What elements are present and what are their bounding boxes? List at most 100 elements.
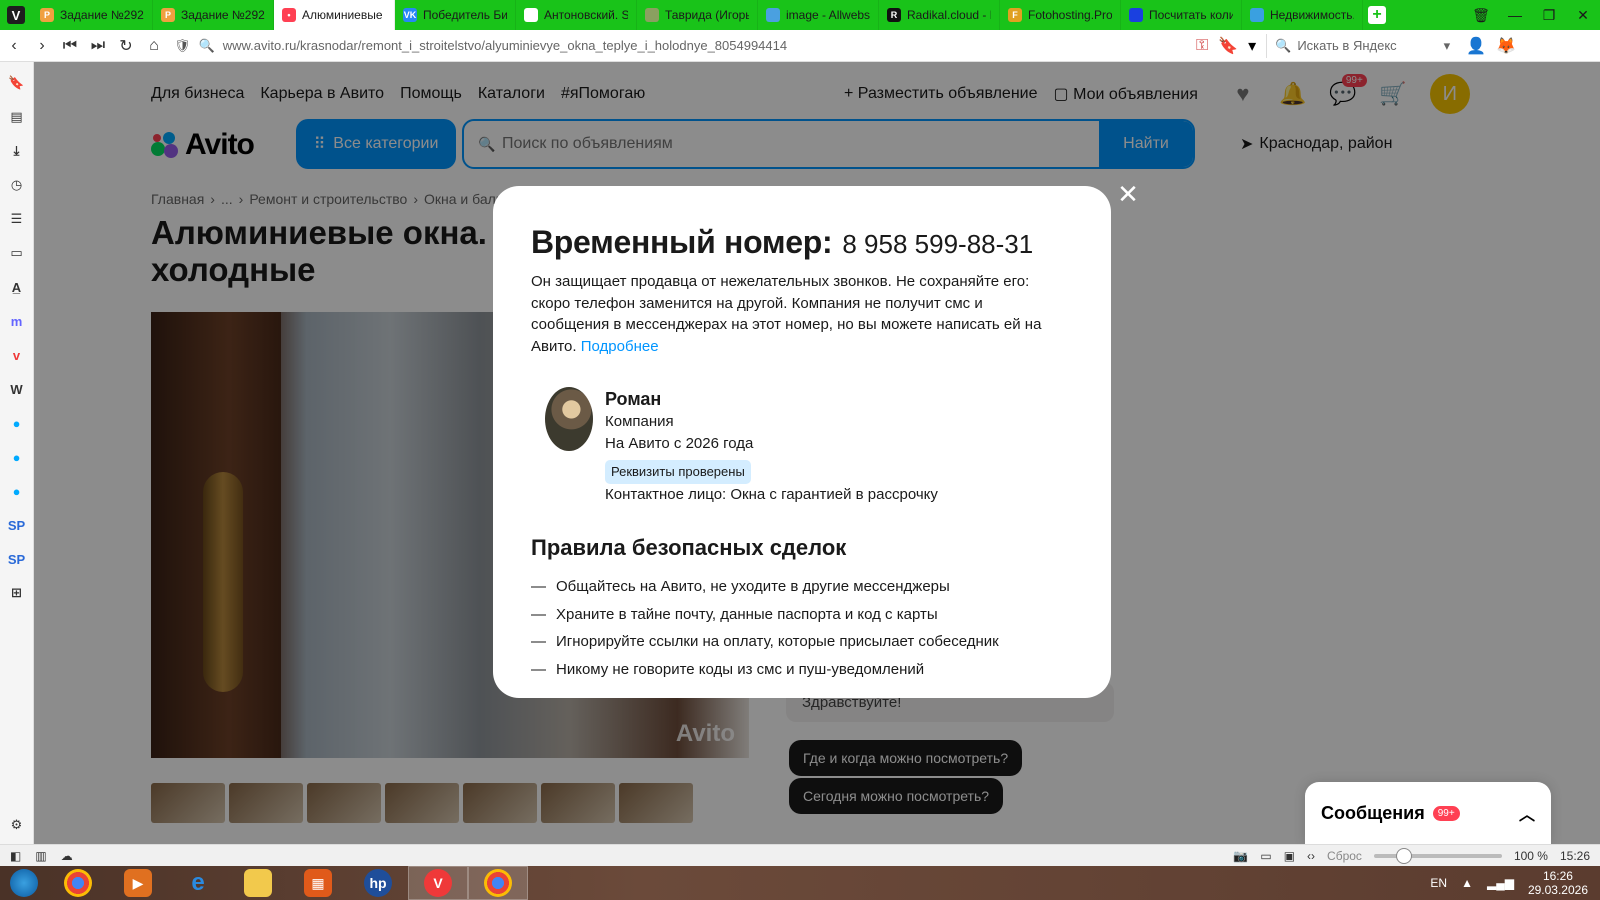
browser-tab[interactable]: Посчитать коли — [1121, 0, 1242, 30]
taskbar-media-player[interactable]: ▶ — [108, 866, 168, 900]
address-bar: ‹ › ⏮ ⏭ ↻ ⌂ 🛡 🔍 www.avito.ru/krasnodar/r… — [0, 30, 1600, 62]
rule-text: Общайтесь на Авито, не уходите в другие … — [556, 578, 950, 595]
modal-title: Временный номер: — [531, 224, 833, 260]
browser-tab[interactable]: image - Allwebs — [758, 0, 879, 30]
chrome-icon — [484, 869, 512, 897]
start-button[interactable] — [0, 866, 48, 900]
trash-icon[interactable]: 🗑 — [1464, 0, 1498, 30]
seller-type: Компания — [605, 413, 674, 430]
add-panel-icon[interactable]: ⊞ — [7, 582, 27, 604]
status-bar-left: ◧ ▥ ☁ — [0, 849, 73, 863]
zoom-slider[interactable] — [1373, 847, 1502, 864]
wikipedia-icon[interactable]: W — [7, 378, 27, 400]
history-icon[interactable]: ◷ — [7, 174, 27, 196]
taskbar-vivaldi[interactable]: V — [408, 866, 468, 900]
learn-more-link[interactable]: Подробнее — [581, 338, 659, 355]
fast-forward-button[interactable]: ⏭ — [84, 32, 112, 60]
seller-contact: Контактное лицо: Окна с гарантией в расс… — [605, 485, 938, 503]
temporary-number-modal: Временный номер: 8 958 599-88-31 Он защи… — [493, 186, 1111, 698]
taskbar-office[interactable]: ▦ — [288, 866, 348, 900]
vivaldi-menu-button[interactable]: V — [0, 0, 32, 30]
mastodon-icon[interactable]: m — [7, 310, 27, 332]
dash-bullet: — — [531, 633, 546, 650]
seller-avatar[interactable] — [545, 387, 593, 451]
image-icon[interactable]: ▣ — [1284, 849, 1295, 863]
browser-tab[interactable]: Таврида (Игорь — [637, 0, 758, 30]
taskbar-explorer[interactable] — [228, 866, 288, 900]
list-item: — Игнорируйте ссылки на оплату, которые п… — [531, 628, 1073, 656]
modal-close-button[interactable]: ✕ — [1116, 181, 1140, 207]
address-bar-right: ⚿ 🔖 ▾ 🔍 Искать в Яндекс ▾ 👤 🦊 — [1196, 33, 1516, 58]
tab-favicon-icon: F — [1008, 8, 1022, 22]
avito-panel-icon-2[interactable]: ● — [7, 446, 27, 468]
taskbar-clock[interactable]: 16:26 29.03.2026 — [1528, 869, 1588, 897]
browser-tab[interactable]: F Fotohosting.Pro — [1000, 0, 1121, 30]
tab-favicon-icon — [1250, 8, 1264, 22]
forward-button[interactable]: › — [28, 32, 56, 60]
new-tab-button[interactable]: + — [1363, 0, 1391, 30]
zoom-reset-button[interactable]: Сброс — [1327, 849, 1362, 863]
browser-tab[interactable]: • Алюминиевые о — [274, 0, 395, 30]
browser-tab[interactable]: Недвижимость. — [1242, 0, 1363, 30]
url-field[interactable]: 🛡 🔍 www.avito.ru/krasnodar/remont_i_stro… — [168, 33, 1188, 59]
profile-icon[interactable]: 👤 — [1466, 36, 1486, 56]
taskbar-internet-explorer[interactable]: e — [168, 866, 228, 900]
tab-favicon-icon — [524, 8, 538, 22]
chevron-down-icon[interactable]: ▾ — [1444, 38, 1451, 54]
close-window-button[interactable]: ✕ — [1566, 0, 1600, 30]
maximize-button[interactable]: ❐ — [1532, 0, 1566, 30]
rule-text: Игнорируйте ссылки на оплату, которые пр… — [556, 633, 999, 650]
extension-icon[interactable]: ⚿ — [1196, 37, 1208, 55]
taskbar-chrome-2[interactable] — [468, 866, 528, 900]
notes-icon[interactable]: ☰ — [7, 208, 27, 230]
avito-panel-icon-1[interactable]: ● — [7, 412, 27, 434]
window-icon[interactable]: ▭ — [1260, 849, 1271, 863]
bookmarks-icon[interactable]: 🔖 — [7, 72, 27, 94]
language-indicator[interactable]: EN — [1430, 876, 1447, 890]
seller-name[interactable]: Роман — [605, 387, 938, 411]
window-panel-icon[interactable]: ▭ — [7, 242, 27, 264]
rewind-button[interactable]: ⏮ — [56, 32, 84, 60]
browser-tab[interactable]: P Задание №2929 — [153, 0, 274, 30]
windows-taskbar: ▶ e ▦ hp V EN ▲ ▂▄▆ 16:26 29.03.2026 — [0, 866, 1600, 900]
office-icon: ▦ — [304, 869, 332, 897]
browser-tab[interactable]: R Radikal.cloud - E — [879, 0, 1000, 30]
zoom-slider-handle[interactable] — [1395, 847, 1412, 864]
chevron-up-icon[interactable]: ︿ — [1519, 801, 1535, 825]
browser-tab[interactable]: Антоновский. St — [516, 0, 637, 30]
downloads-icon[interactable]: ⤓ — [7, 140, 27, 162]
panel-toggle-icon[interactable]: ◧ — [10, 849, 21, 863]
fox-extension-icon[interactable]: 🦊 — [1496, 36, 1516, 56]
vivaldi-icon[interactable]: v — [7, 344, 27, 366]
bookmark-icon[interactable]: 🔖 — [1218, 36, 1238, 56]
reading-list-icon[interactable]: ▤ — [7, 106, 27, 128]
back-button[interactable]: ‹ — [0, 32, 28, 60]
browser-tab[interactable]: VK Победитель Бит — [395, 0, 516, 30]
tray-expand-icon[interactable]: ▲ — [1461, 876, 1473, 890]
camera-icon[interactable]: 📷 — [1233, 849, 1248, 863]
tab-title: Задание №2929 — [181, 8, 265, 22]
tab-favicon-icon — [1129, 8, 1143, 22]
code-icon[interactable]: ‹› — [1307, 849, 1315, 863]
tab-title: Таврида (Игорь — [665, 8, 749, 22]
system-tray: EN ▲ ▂▄▆ 16:26 29.03.2026 — [1430, 869, 1600, 897]
seller-info: Роман Компания На Авито с 2026 года Рекв… — [605, 387, 938, 505]
home-button[interactable]: ⌂ — [140, 32, 168, 60]
settings-gear-icon[interactable]: ⚙ — [7, 814, 27, 836]
tab-favicon-icon: P — [40, 8, 54, 22]
yandex-search-field[interactable]: 🔍 Искать в Яндекс ▾ — [1266, 33, 1456, 58]
tiling-icon[interactable]: ▥ — [35, 849, 46, 863]
minimize-button[interactable]: — — [1498, 0, 1532, 30]
messages-widget[interactable]: Сообщения 99+ ︿ — [1305, 782, 1551, 844]
dropdown-icon[interactable]: ▾ — [1248, 36, 1256, 56]
avito-panel-icon-3[interactable]: ● — [7, 480, 27, 502]
sp-panel-icon-2[interactable]: SP — [7, 548, 27, 570]
sync-cloud-icon[interactable]: ☁ — [61, 849, 73, 863]
network-signal-icon[interactable]: ▂▄▆ — [1487, 876, 1514, 890]
browser-tab[interactable]: P Задание №2929 — [32, 0, 153, 30]
taskbar-hp[interactable]: hp — [348, 866, 408, 900]
reload-button[interactable]: ↻ — [112, 32, 140, 60]
sp-panel-icon-1[interactable]: SP — [7, 514, 27, 536]
translate-icon[interactable]: A̲ — [7, 276, 27, 298]
taskbar-chrome[interactable] — [48, 866, 108, 900]
